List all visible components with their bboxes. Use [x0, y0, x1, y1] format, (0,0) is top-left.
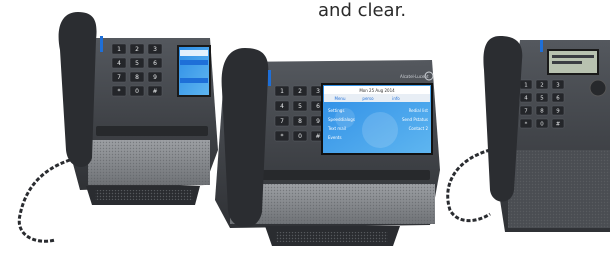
- keypad-key-label: 3: [316, 88, 320, 95]
- keypad-key-label: 1: [280, 88, 284, 95]
- phone-product-photo: 1 2 3 4 5 6 7 8 9 * 0 # 1 2 3 4 5 6 7 8 9 * 0 # 1 2 3 4 5 6 7 8 9 * 0: [17, 12, 610, 246]
- keypad-key-label: 4: [280, 103, 284, 110]
- keypad-key-label: 9: [556, 108, 560, 114]
- screen-tab: perso: [362, 96, 374, 101]
- keypad-key-label: *: [118, 88, 121, 95]
- keypad-key-label: 1: [117, 46, 121, 53]
- keypad-key-label: #: [315, 133, 320, 140]
- keypad-key-label: 0: [298, 133, 302, 140]
- keypad-key-label: 5: [135, 60, 139, 67]
- screen-menu-item: Speeddialogs: [328, 117, 355, 122]
- handset: [221, 48, 269, 228]
- keypad-key-label: 1: [524, 82, 527, 88]
- screen-menu-item: Redial list: [409, 108, 429, 113]
- keypad-key-label: 7: [280, 118, 284, 125]
- keypad-key-label: 6: [316, 103, 320, 110]
- screen-tab: info: [392, 96, 400, 101]
- keypad-key-label: #: [152, 88, 157, 95]
- keypad-key-label: 5: [298, 103, 302, 110]
- keypad-key-label: 3: [153, 46, 157, 53]
- screen-tab: Menu: [335, 96, 346, 101]
- handset: [58, 12, 97, 168]
- keypad-key-label: *: [525, 121, 528, 127]
- nav-key: [589, 79, 607, 97]
- keypad-key-label: 9: [316, 118, 320, 125]
- handset-cord: [446, 148, 491, 223]
- keypad-key-label: 4: [117, 60, 121, 67]
- screen-menu-item: Text mail: [327, 126, 346, 131]
- keypad-key-label: #: [556, 121, 561, 127]
- screen-status: Mon 25 Aug 2014: [359, 88, 395, 93]
- screen-menu-item: Events: [328, 135, 342, 140]
- keypad-key-label: 4: [524, 95, 528, 101]
- handset-cord: [17, 158, 71, 243]
- keypad-key-label: 8: [135, 74, 139, 81]
- keypad-key-label: 3: [556, 82, 559, 88]
- keypad-key-label: *: [281, 133, 284, 140]
- screen-menu-item: Settings: [328, 108, 344, 113]
- keypad-key-label: 2: [540, 82, 543, 88]
- keypad-key-label: 6: [153, 60, 157, 67]
- keypad-key-label: 8: [540, 108, 544, 114]
- screen-menu-item: Contact 2: [409, 126, 429, 131]
- desk-phone-center: 1 2 3 4 5 6 7 8 9 * 0 # Mon 25 Aug 2014 Menu perso inf…: [215, 48, 440, 246]
- keypad-key-label: 0: [135, 88, 139, 95]
- desk-phone-right: 1 2 3 4 5 6 7 8 9 * 0 #: [446, 36, 610, 232]
- keypad-key-label: 7: [117, 74, 121, 81]
- keypad-key-label: 8: [298, 118, 302, 125]
- keypad-key-label: 9: [153, 74, 157, 81]
- keypad-key-label: 6: [556, 95, 560, 101]
- keypad-key-label: 0: [540, 121, 544, 127]
- keypad-key-label: 2: [135, 46, 139, 53]
- desk-phone-left: 1 2 3 4 5 6 7 8 9 * 0 #: [17, 12, 218, 243]
- keypad-key-label: 2: [298, 88, 302, 95]
- screen-menu-item: Send Pstatus: [402, 117, 428, 122]
- keypad-key-label: 5: [540, 95, 543, 101]
- keypad-key-label: 7: [524, 108, 527, 114]
